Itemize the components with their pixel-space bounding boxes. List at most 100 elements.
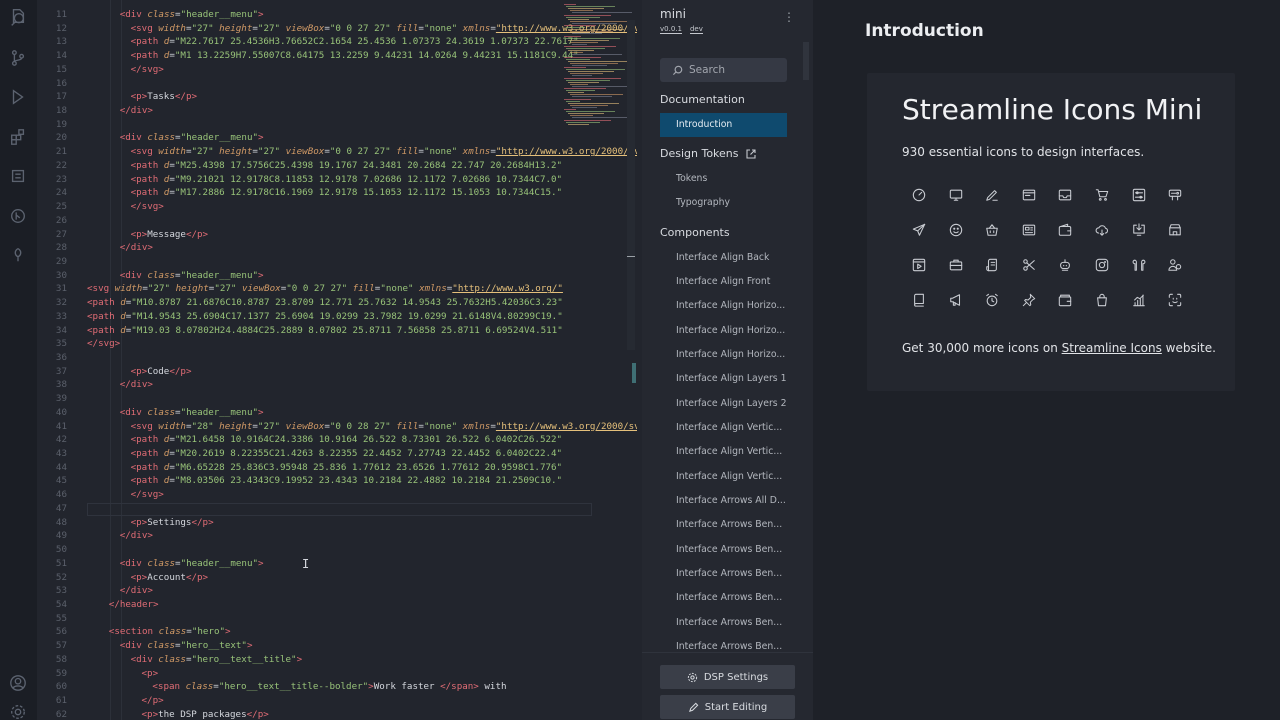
search-input[interactable]: Search [660, 58, 787, 82]
code-line[interactable]: 30 <div class="header__menu"> [37, 269, 637, 283]
code-line[interactable]: 37 <p>Code</p> [37, 365, 637, 379]
code-line[interactable]: 11 <div class="header__menu"> [37, 8, 637, 22]
code-line[interactable]: 25 </svg> [37, 200, 637, 214]
minimap[interactable] [560, 0, 632, 130]
code-line[interactable]: 13 <path d="M22.7617 25.4536H3.76652C2.16… [37, 35, 637, 49]
code-line[interactable]: 33 <path d="M14.9543 25.6904C17.1377 25.6… [37, 310, 637, 324]
code-line[interactable]: 60 <span class="hero__text__title--bolder… [37, 680, 637, 694]
code-line[interactable]: 20 <div class="header__menu"> [37, 131, 637, 145]
code-line[interactable]: 22 <path d="M25.4398 17.5756C25.4398 19.1… [37, 159, 637, 173]
nav-item[interactable]: Interface Align Vertic... [660, 465, 787, 489]
section-design-tokens[interactable]: Design Tokens [660, 147, 757, 160]
code-editor[interactable]: 11 <div class="header__menu"> 12 <svg width… [37, 0, 642, 720]
branch-link[interactable]: dev [689, 25, 703, 34]
more-options-icon[interactable]: ⋮ [783, 10, 795, 24]
code-line[interactable]: 43 <path d="M20.2619 8.22355C21.4263 8.22… [37, 447, 637, 461]
search-icon[interactable] [8, 10, 28, 30]
git-graph-icon[interactable] [8, 206, 28, 226]
code-line[interactable]: 28 </div> [37, 241, 637, 255]
version-link[interactable]: v0.0.1 [660, 25, 682, 34]
line-number: 17 [55, 91, 67, 103]
code-line[interactable]: 54 </header> [37, 598, 637, 612]
code-line[interactable]: 19 [37, 118, 637, 132]
code-text: </div> [120, 529, 153, 543]
code-line[interactable]: 23 <path d="M9.21021 12.9178C8.11853 12.9… [37, 173, 637, 187]
minimap-line [566, 111, 615, 113]
code-token: </svg> [130, 201, 164, 213]
code-line[interactable]: 44 <path d="M6.65228 25.836C3.95948 25.83… [37, 461, 637, 475]
nav-item[interactable]: Typography [660, 191, 787, 215]
nav-item[interactable]: Interface Align Layers 1 [660, 367, 787, 391]
code-line[interactable]: 21 <svg width="27" height="27" viewBox="0… [37, 145, 637, 159]
code-line[interactable]: 39 [37, 392, 637, 406]
code-token: "M21.6458 10.9164C24.3386 10.9164 26.522… [174, 434, 563, 446]
code-line[interactable]: 38 </div> [37, 378, 637, 392]
nav-item[interactable]: Introduction [660, 113, 787, 137]
code-line[interactable]: 42 <path d="M21.6458 10.9164C24.3386 10.9… [37, 433, 637, 447]
code-line[interactable]: 32 <path d="M10.8787 21.6876C10.8787 23.8… [37, 296, 637, 310]
nav-item[interactable]: Interface Arrows Ben... [660, 611, 787, 635]
gear-icon[interactable] [8, 702, 28, 720]
code-line[interactable]: 48 <p>Settings</p> [37, 516, 637, 530]
code-line[interactable]: 57 <div class="hero__text"> [37, 639, 637, 653]
code-line[interactable]: 40 <div class="header__menu"> [37, 406, 637, 420]
code-line[interactable]: 17 <p>Tasks</p> [37, 90, 637, 104]
code-line[interactable]: 16 [37, 77, 637, 91]
nav-item[interactable]: Interface Align Vertic... [660, 440, 787, 464]
code-token: "hero" [191, 626, 226, 638]
nav-item[interactable]: Interface Arrows Ben... [660, 538, 787, 562]
code-line[interactable]: 29 [37, 255, 637, 269]
plugin-icon[interactable] [8, 245, 28, 265]
nav-item[interactable]: Interface Align Front [660, 270, 787, 294]
nav-item[interactable]: Interface Align Layers 2 [660, 392, 787, 416]
code-line[interactable]: 45 <path d="M8.03506 23.4343C9.19952 23.4… [37, 474, 637, 488]
sidebar-scrollbar[interactable] [803, 42, 809, 80]
code-line[interactable]: 59 <p> [37, 667, 637, 681]
code-line[interactable]: 36 [37, 351, 637, 365]
code-line[interactable]: 62 <p>the DSP packages</p> [37, 708, 637, 720]
code-line[interactable]: 35 </svg> [37, 337, 637, 351]
code-line[interactable]: 34 <path d="M19.03 8.07802H24.4884C25.288… [37, 324, 637, 338]
code-line[interactable]: 49 </div> [37, 529, 637, 543]
account-icon[interactable] [8, 673, 28, 693]
code-line[interactable]: 14 <path d="M1 13.2259H7.55007C8.64175 13… [37, 49, 637, 63]
code-line[interactable]: 31 <svg width="27" height="27" viewBox="0… [37, 282, 637, 296]
code-line[interactable]: 52 <p>Account</p> [37, 571, 637, 585]
code-line[interactable]: 26 [37, 214, 637, 228]
nav-item[interactable]: Interface Arrows Ben... [660, 562, 787, 586]
source-control-icon[interactable] [8, 48, 28, 68]
code-text: <path d="M14.9543 25.6904C17.1377 25.690… [87, 310, 563, 324]
code-line[interactable]: 15 </svg> [37, 63, 637, 77]
streamline-icons-link[interactable]: Streamline Icons [1062, 341, 1162, 355]
code-line[interactable]: 41 <svg width="28" height="27" viewBox="0… [37, 420, 637, 434]
run-debug-icon[interactable] [8, 87, 28, 107]
code-line[interactable]: 51 <div class="header__menu"> [37, 557, 637, 571]
dsp-settings-button[interactable]: DSP Settings [660, 665, 795, 689]
code-line[interactable]: 61 </p> [37, 694, 637, 708]
code-line[interactable]: 55 [37, 612, 637, 626]
minimap-line [564, 4, 576, 5]
extensions-icon[interactable] [8, 127, 28, 147]
nav-item[interactable]: Interface Align Back [660, 246, 787, 270]
code-line[interactable]: 46 </svg> [37, 488, 637, 502]
code-line[interactable]: 27 <p>Message</p> [37, 228, 637, 242]
nav-item[interactable]: Tokens [660, 167, 787, 191]
code-line[interactable]: 56 <section class="hero"> [37, 625, 637, 639]
nav-item[interactable]: Interface Align Horizo... [660, 343, 787, 367]
code-line[interactable]: 24 <path d="M17.2886 12.9178C16.1969 12.9… [37, 186, 637, 200]
code-line[interactable]: 12 <svg width="27" height="27" viewBox="0… [37, 22, 637, 36]
list-icon[interactable] [8, 166, 28, 186]
nav-item[interactable]: Interface Align Vertic... [660, 416, 787, 440]
code-token: "M19.03 8.07802H24.4884C25.2889 8.07802 … [131, 324, 563, 336]
nav-item[interactable]: Interface Arrows Ben... [660, 513, 787, 537]
code-line[interactable]: 58 <div class="hero__text__title"> [37, 653, 637, 667]
code-line[interactable]: 53 </div> [37, 584, 637, 598]
code-line[interactable]: 18 </div> [37, 104, 637, 118]
nav-item[interactable]: Interface Arrows Ben... [660, 586, 787, 610]
nav-item[interactable]: Interface Arrows All D... [660, 489, 787, 513]
code-line[interactable]: 50 [37, 543, 637, 557]
nav-item[interactable]: Interface Align Horizo... [660, 319, 787, 343]
start-editing-button[interactable]: Start Editing [660, 695, 795, 719]
nav-item[interactable]: Interface Align Horizo... [660, 294, 787, 318]
editor-scrollbar[interactable] [627, 20, 635, 350]
